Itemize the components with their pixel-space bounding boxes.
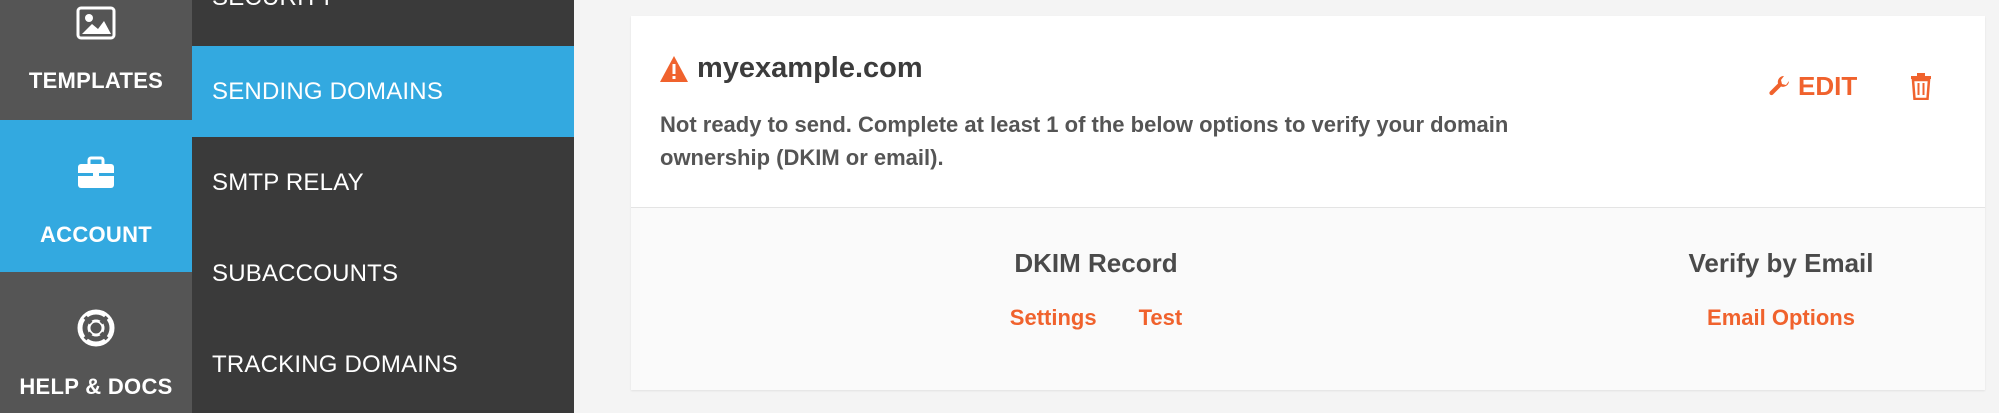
nav-help-docs-label: HELP & DOCS	[19, 374, 173, 399]
lifebuoy-icon	[0, 308, 192, 348]
verify-email-links: Email Options	[1556, 305, 1999, 331]
primary-nav-rail: TEMPLATES ACCOUNT HELP & DOCS	[0, 0, 192, 413]
submenu-item-tracking-domains[interactable]: TRACKING DOMAINS	[192, 319, 574, 410]
dkim-record-title: DKIM Record	[1014, 248, 1178, 278]
wrench-icon	[1769, 75, 1789, 95]
edit-domain-button[interactable]: EDIT	[1768, 71, 1857, 102]
nav-account-label: ACCOUNT	[39, 222, 153, 247]
submenu-item-subaccounts[interactable]: SUBACCOUNTS	[192, 228, 574, 319]
email-options-link[interactable]: Email Options	[1707, 305, 1855, 331]
domain-card: myexample.com Not ready to send. Complet…	[631, 16, 1985, 390]
dkim-record-links: Settings Test	[871, 305, 1321, 331]
verification-options: DKIM Record Settings Test Verify by Emai…	[631, 208, 1985, 390]
warning-icon	[660, 55, 688, 82]
account-submenu: SECURITY SENDING DOMAINS SMTP RELAY SUBA…	[192, 0, 574, 413]
edit-button-label: EDIT	[1798, 71, 1858, 101]
domain-title-row: myexample.com	[659, 52, 923, 85]
nav-templates[interactable]: TEMPLATES	[0, 0, 192, 120]
verify-email-title: Verify by Email	[1688, 248, 1874, 278]
nav-account[interactable]: ACCOUNT	[0, 120, 192, 272]
briefcase-icon	[0, 156, 192, 190]
verify-email-section: Verify by Email Email Options	[1556, 248, 1999, 331]
dkim-settings-link[interactable]: Settings	[1010, 305, 1097, 331]
dkim-record-section: DKIM Record Settings Test	[871, 248, 1321, 331]
trash-icon[interactable]	[1909, 72, 1933, 100]
domain-status-message: Not ready to send. Complete at least 1 o…	[660, 112, 1509, 170]
submenu-item-security[interactable]: SECURITY	[192, 0, 574, 20]
domain-card-header: myexample.com Not ready to send. Complet…	[631, 16, 1985, 208]
submenu-item-sending-domains[interactable]: SENDING DOMAINS	[192, 46, 574, 137]
nav-help-docs[interactable]: HELP & DOCS	[0, 272, 192, 413]
image-icon	[0, 6, 192, 40]
submenu-item-smtp-relay[interactable]: SMTP RELAY	[192, 137, 574, 228]
nav-templates-label: TEMPLATES	[28, 68, 164, 93]
dkim-test-link[interactable]: Test	[1139, 305, 1183, 331]
domain-name: myexample.com	[697, 52, 923, 84]
